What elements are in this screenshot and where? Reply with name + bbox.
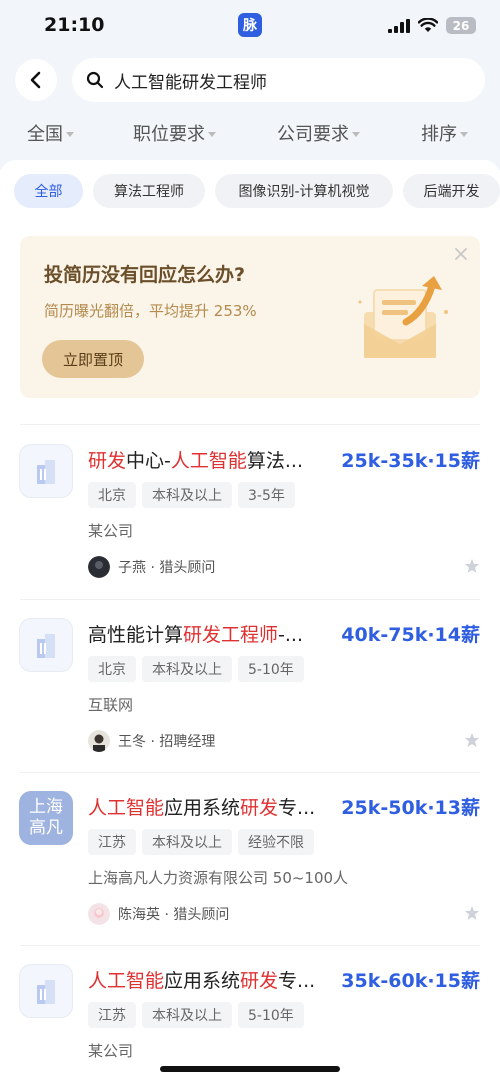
tag-location: 江苏 bbox=[88, 1002, 136, 1028]
job-title: 高性能计算研发工程师-... bbox=[88, 624, 304, 646]
search-input[interactable]: 人工智能研发工程师 bbox=[72, 58, 485, 102]
avatar bbox=[88, 730, 110, 752]
job-tags: 北京 本科及以上 3-5年 bbox=[88, 482, 295, 508]
filter-label: 全国 bbox=[27, 124, 63, 145]
tag-experience: 经验不限 bbox=[238, 829, 314, 855]
job-tags: 北京 本科及以上 5-10年 bbox=[88, 656, 304, 682]
status-time: 21:10 bbox=[44, 14, 105, 36]
recruiter-name: 王冬 · 招聘经理 bbox=[118, 734, 216, 750]
recruiter: 陈海英 · 猎头顾问 bbox=[88, 903, 229, 925]
promo-banner: 投简历没有回应怎么办? 简历曝光翻倍，平均提升 253% 立即置顶 bbox=[20, 236, 480, 398]
recruiter-name: 陈海英 · 猎头顾问 bbox=[118, 907, 230, 923]
job-card[interactable]: 上海高凡 人工智能应用系统研发专... 25k-50k·13薪 江苏 本科及以上… bbox=[0, 775, 500, 947]
tag-education: 本科及以上 bbox=[142, 1002, 232, 1028]
filter-sort[interactable]: 排序 bbox=[421, 120, 468, 146]
company-logo: 上海高凡 bbox=[19, 791, 73, 845]
filter-row: 全国 职位要求 公司要求 排序 bbox=[0, 120, 500, 152]
salary: 40k-75k·14薪 bbox=[341, 624, 480, 646]
star-icon[interactable] bbox=[464, 905, 480, 925]
tag-education: 本科及以上 bbox=[142, 656, 232, 682]
promo-top-button[interactable]: 立即置顶 bbox=[42, 340, 144, 378]
tag-education: 本科及以上 bbox=[142, 829, 232, 855]
battery-icon: 26 bbox=[446, 17, 476, 34]
promo-title: 投简历没有回应怎么办? bbox=[44, 264, 246, 286]
home-indicator bbox=[160, 1066, 340, 1072]
chip-backend-dev[interactable]: 后端开发 bbox=[403, 174, 500, 208]
avatar bbox=[88, 556, 110, 578]
envelope-arrow-icon bbox=[354, 272, 454, 366]
divider bbox=[20, 424, 480, 425]
job-title: 人工智能应用系统研发专... bbox=[88, 970, 316, 992]
salary: 35k-60k·15薪 bbox=[341, 970, 480, 992]
company-name: 上海高凡人力资源有限公司 50~100人 bbox=[88, 869, 349, 887]
building-icon bbox=[37, 634, 55, 658]
job-tags: 江苏 本科及以上 经验不限 bbox=[88, 829, 314, 855]
caret-down-icon bbox=[66, 131, 74, 137]
divider bbox=[20, 945, 480, 946]
building-icon bbox=[37, 460, 55, 484]
wifi-icon bbox=[418, 18, 438, 32]
status-icons: 26 bbox=[388, 17, 476, 34]
promo-subtitle: 简历曝光翻倍，平均提升 253% bbox=[44, 302, 257, 320]
job-card[interactable]: 高性能计算研发工程师-... 40k-75k·14薪 北京 本科及以上 5-10… bbox=[0, 602, 500, 774]
star-icon[interactable] bbox=[464, 732, 480, 752]
star-icon[interactable] bbox=[464, 558, 480, 578]
tag-location: 北京 bbox=[88, 482, 136, 508]
job-card[interactable]: 研发中心-人工智能算法... 25k-35k·15薪 北京 本科及以上 3-5年… bbox=[0, 428, 500, 600]
company-logo bbox=[19, 618, 73, 672]
divider bbox=[20, 599, 480, 600]
back-arrow-icon bbox=[30, 71, 41, 89]
building-icon bbox=[37, 980, 55, 1004]
chip-all[interactable]: 全部 bbox=[14, 174, 83, 208]
signal-icon bbox=[388, 18, 410, 33]
chip-algorithm-engineer[interactable]: 算法工程师 bbox=[93, 174, 205, 208]
caret-down-icon bbox=[208, 131, 216, 137]
job-title: 研发中心-人工智能算法... bbox=[88, 450, 304, 472]
caret-down-icon bbox=[460, 131, 468, 137]
filter-label: 排序 bbox=[421, 124, 457, 145]
tag-location: 江苏 bbox=[88, 829, 136, 855]
recruiter-name: 子燕 · 猎头顾问 bbox=[118, 560, 216, 576]
company-name: 某公司 bbox=[88, 522, 134, 540]
avatar bbox=[88, 903, 110, 925]
company-name: 某公司 bbox=[88, 1042, 134, 1060]
tag-education: 本科及以上 bbox=[142, 482, 232, 508]
salary: 25k-35k·15薪 bbox=[341, 450, 480, 472]
close-icon[interactable] bbox=[454, 246, 468, 265]
search-query: 人工智能研发工程师 bbox=[114, 72, 267, 93]
filter-label: 公司要求 bbox=[277, 124, 349, 145]
filter-label: 职位要求 bbox=[133, 124, 205, 145]
search-icon bbox=[86, 69, 108, 91]
recruiter: 子燕 · 猎头顾问 bbox=[88, 556, 215, 578]
filter-company-requirements[interactable]: 公司要求 bbox=[277, 120, 360, 146]
company-logo bbox=[19, 964, 73, 1018]
tag-experience: 5-10年 bbox=[238, 656, 304, 682]
caret-down-icon bbox=[352, 131, 360, 137]
chip-computer-vision[interactable]: 图像识别-计算机视觉 bbox=[215, 174, 393, 208]
tag-location: 北京 bbox=[88, 656, 136, 682]
job-card[interactable]: 人工智能应用系统研发专... 35k-60k·15薪 江苏 本科及以上 5-10… bbox=[0, 948, 500, 1082]
status-bar: 21:10 脉 26 bbox=[0, 0, 500, 54]
filter-job-requirements[interactable]: 职位要求 bbox=[133, 120, 216, 146]
company-logo bbox=[19, 444, 73, 498]
recruiter: 王冬 · 招聘经理 bbox=[88, 730, 215, 752]
logo-text: 上海高凡 bbox=[29, 797, 63, 838]
company-name: 互联网 bbox=[88, 696, 134, 714]
tag-experience: 5-10年 bbox=[238, 1002, 304, 1028]
job-tags: 江苏 本科及以上 5-10年 bbox=[88, 1002, 304, 1028]
salary: 25k-50k·13薪 bbox=[341, 797, 480, 819]
tag-experience: 3-5年 bbox=[238, 482, 295, 508]
divider bbox=[20, 772, 480, 773]
back-button[interactable] bbox=[15, 59, 57, 101]
job-title: 人工智能应用系统研发专... bbox=[88, 797, 316, 819]
filter-location[interactable]: 全国 bbox=[27, 120, 74, 146]
app-badge: 脉 bbox=[238, 13, 262, 37]
